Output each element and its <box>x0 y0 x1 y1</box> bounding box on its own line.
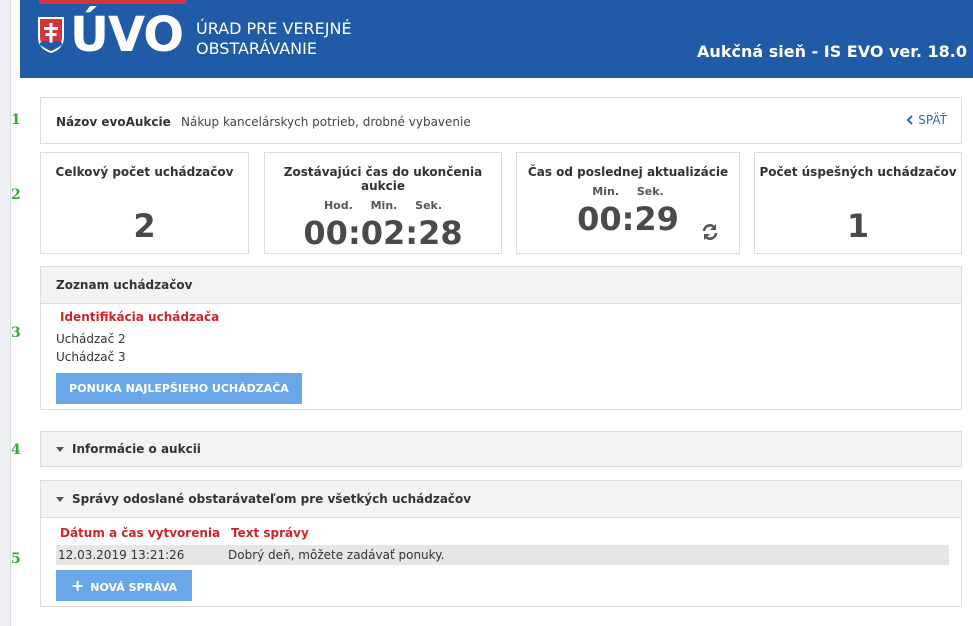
slovak-coat-of-arms-icon <box>38 17 64 53</box>
bidder-id-header: Identifikácia uchádzača <box>60 310 220 324</box>
card-successful-bidders-title: Počet úspešných uchádzačov <box>759 165 957 179</box>
org-name-line1: ÚRAD PRE VEREJNÉ <box>196 19 352 38</box>
message-text: Dobrý deň, môžete zadávať ponuky. <box>228 548 445 562</box>
card-successful-bidders-value: 1 <box>846 207 870 245</box>
header-red-stripe <box>39 0 186 4</box>
messages-col-text: Text správy <box>231 526 309 540</box>
new-message-button[interactable]: + NOVÁ SPRÁVA <box>56 570 192 601</box>
back-label: SPÄŤ <box>918 113 947 127</box>
auction-info-header[interactable]: Informácie o aukcii <box>41 432 961 466</box>
message-date: 12.03.2019 13:21:26 <box>58 548 185 562</box>
card-since-update: Čas od poslednej aktualizácie Min. Sek. … <box>516 152 740 254</box>
card-remaining-time-title: Zostávajúci čas do ukončenia aukcie <box>283 165 483 193</box>
plus-icon: + <box>70 576 85 595</box>
best-offer-button[interactable]: PONUKA NAJLEPŠIEHO UCHÁDZAČA <box>56 373 302 404</box>
marker-4: 4 <box>11 442 21 458</box>
messages-header[interactable]: Správy odoslané obstarávateľom pre všetk… <box>41 481 961 518</box>
marker-5: 5 <box>11 551 21 567</box>
card-total-bidders: Celkový počet uchádzačov 2 <box>40 152 249 254</box>
auction-info-title: Informácie o aukcii <box>72 442 201 456</box>
card-total-bidders-value: 2 <box>133 207 156 245</box>
caret-down-icon <box>56 447 64 452</box>
bidder-item: Uchádzač 3 <box>56 350 126 364</box>
caret-down-icon <box>56 497 64 502</box>
card-total-bidders-title: Celkový počet uchádzačov <box>55 165 234 179</box>
messages-title: Správy odoslané obstarávateľom pre všetk… <box>72 492 472 506</box>
message-row: 12.03.2019 13:21:26 Dobrý deň, môžete za… <box>56 545 949 565</box>
new-message-label: NOVÁ SPRÁVA <box>90 581 178 594</box>
bidders-panel: Zoznam uchádzačov Identifikácia uchádzač… <box>40 266 962 410</box>
bidder-item: Uchádzač 2 <box>56 332 126 346</box>
auction-name-value: Nákup kancelárskych potrieb, drobné vyba… <box>181 115 471 129</box>
left-gutter <box>0 0 11 626</box>
card-since-update-title: Čas od poslednej aktualizácie <box>527 165 729 179</box>
marker-3: 3 <box>11 325 21 341</box>
app-header: ÚVO ÚRAD PRE VEREJNÉ OBSTARÁVANIE Aukčná… <box>20 0 973 78</box>
marker-2: 2 <box>11 187 21 203</box>
card-successful-bidders: Počet úspešných uchádzačov 1 <box>754 152 962 254</box>
logo-text: ÚVO <box>70 7 184 63</box>
auction-info-panel[interactable]: Informácie o aukcii <box>40 431 962 467</box>
org-name-line2: OBSTARÁVANIE <box>196 39 317 58</box>
refresh-icon[interactable] <box>701 223 719 241</box>
marker-1: 1 <box>11 112 21 128</box>
back-link[interactable]: SPÄŤ <box>906 113 947 127</box>
bidders-section-title: Zoznam uchádzačov <box>41 267 961 304</box>
card-remaining-time-value: 00:02:28 <box>303 214 463 252</box>
auction-name-panel: Názov evoAukcie Nákup kancelárskych potr… <box>40 97 962 144</box>
card-remaining-time: Zostávajúci čas do ukončenia aukcie Hod.… <box>264 152 502 254</box>
messages-panel: Správy odoslané obstarávateľom pre všetk… <box>40 480 962 607</box>
chevron-left-icon <box>906 115 914 125</box>
card-remaining-time-units: Hod. Min. Sek. <box>323 199 443 212</box>
card-since-update-units: Min. Sek. <box>592 185 664 198</box>
app-title: Aukčná sieň - IS EVO ver. 18.0 <box>697 42 967 61</box>
org-name: ÚRAD PRE VEREJNÉ OBSTARÁVANIE <box>196 19 352 59</box>
messages-col-date: Dátum a čas vytvorenia <box>60 526 221 540</box>
auction-name-label: Názov evoAukcie <box>56 115 171 129</box>
